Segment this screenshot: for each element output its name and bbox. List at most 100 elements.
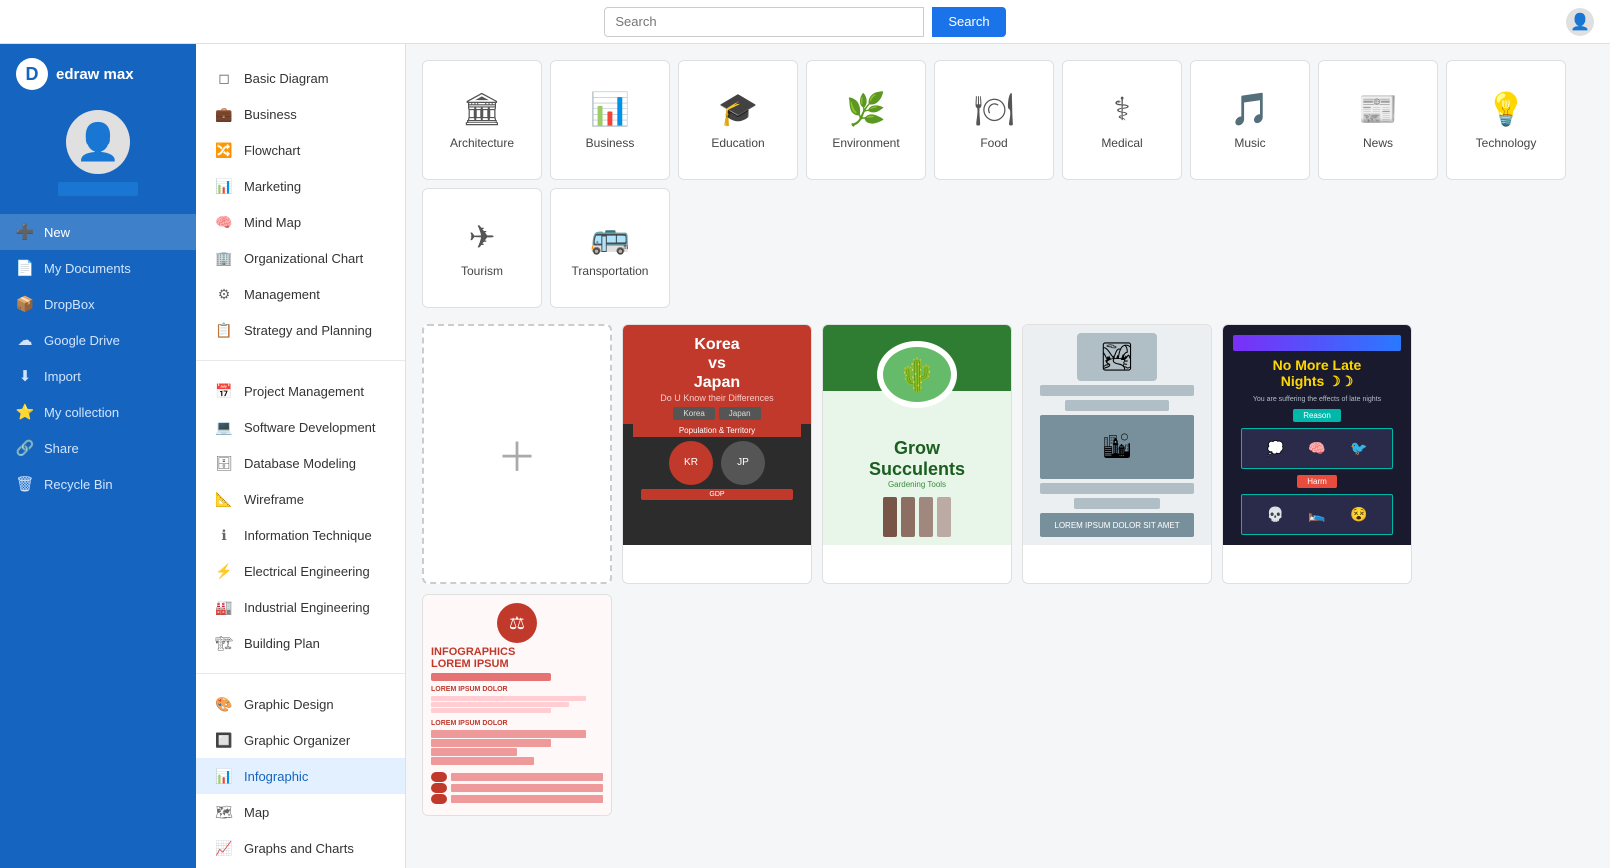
nav-item-wireframe[interactable]: 📐 Wireframe [196, 481, 405, 517]
nav-item-electrical-label: Electrical Engineering [244, 564, 370, 579]
dropbox-icon: 📦 [16, 295, 34, 313]
music-label: Music [1234, 136, 1265, 150]
nav-item-flowchart[interactable]: 🔀 Flowchart [196, 132, 405, 168]
sidebar-item-my-documents[interactable]: 📄 My Documents [0, 250, 196, 286]
user-avatar-icon[interactable]: 👤 [1566, 8, 1594, 36]
sidebar-item-google-drive[interactable]: ☁ Google Drive [0, 322, 196, 358]
template-preview-blue-info: 🏞 🏙 LOREM IPSUM DOLOR SIT AMET [1023, 325, 1211, 545]
sidebar-item-share-label: Share [44, 441, 79, 456]
nav-item-electrical[interactable]: ⚡ Electrical Engineering [196, 553, 405, 589]
category-tourism[interactable]: ✈ Tourism [422, 188, 542, 308]
nav-item-database[interactable]: 🗄 Database Modeling [196, 445, 405, 481]
category-environment[interactable]: 🌿 Environment [806, 60, 926, 180]
category-business[interactable]: 📊 Business [550, 60, 670, 180]
category-transportation[interactable]: 🚌 Transportation [550, 188, 670, 308]
nav-item-graphic-design[interactable]: 🎨 Graphic Design [196, 686, 405, 722]
tourism-label: Tourism [461, 264, 503, 278]
template-preview-red-info: ⚖ INFOGRAPHICSLOREM IPSUM LOREM IPSUM DO… [423, 595, 611, 815]
sidebar-item-google-drive-label: Google Drive [44, 333, 120, 348]
environment-label: Environment [832, 136, 899, 150]
nav-item-software-dev-label: Software Development [244, 420, 376, 435]
architecture-icon: 🏛 [462, 90, 503, 128]
search-input[interactable] [604, 7, 924, 37]
avatar: 👤 [66, 110, 130, 174]
search-button[interactable]: Search [932, 7, 1005, 37]
recycle-bin-icon: 🗑 [16, 475, 34, 493]
template-card-blue-info[interactable]: 🏞 🏙 LOREM IPSUM DOLOR SIT AMET [1022, 324, 1212, 584]
category-architecture[interactable]: 🏛 Architecture [422, 60, 542, 180]
nav-item-infographic-label: Infographic [244, 769, 308, 784]
nav-item-management[interactable]: ⚙ Management [196, 276, 405, 312]
nav-item-marketing[interactable]: 📊 Marketing [196, 168, 405, 204]
education-label: Education [711, 136, 764, 150]
building-plan-icon: 🏗 [214, 633, 234, 653]
sidebar-item-dropbox[interactable]: 📦 DropBox [0, 286, 196, 322]
content-area: 🏛 Architecture 📊 Business 🎓 Education 🌿 … [406, 44, 1610, 868]
sidebar-item-import[interactable]: ⬇ Import [0, 358, 196, 394]
medical-icon: ⚕ [1113, 90, 1130, 128]
template-card-grow-succulents[interactable]: 🌵 GrowSucculents Gardening Tools [822, 324, 1012, 584]
category-music[interactable]: 🎵 Music [1190, 60, 1310, 180]
sidebar-nav: ➕ New 📄 My Documents 📦 DropBox ☁ Google … [0, 210, 196, 506]
nav-divider-1 [196, 360, 405, 361]
my-collection-icon: ⭐ [16, 403, 34, 421]
nav-item-business[interactable]: 💼 Business [196, 96, 405, 132]
sidebar-item-recycle-bin-label: Recycle Bin [44, 477, 113, 492]
medical-label: Medical [1101, 136, 1142, 150]
food-icon: 🍽 [974, 90, 1015, 128]
nav-item-graphic-organizer[interactable]: 🔲 Graphic Organizer [196, 722, 405, 758]
template-preview-grow-succulents: 🌵 GrowSucculents Gardening Tools [823, 325, 1011, 545]
app-name: edraw max [56, 66, 134, 83]
transportation-icon: 🚌 [590, 218, 630, 256]
nav-item-building-plan-label: Building Plan [244, 636, 320, 651]
sidebar-item-import-label: Import [44, 369, 81, 384]
management-icon: ⚙ [214, 284, 234, 304]
category-food[interactable]: 🍽 Food [934, 60, 1054, 180]
nav-item-software-dev[interactable]: 💻 Software Development [196, 409, 405, 445]
category-technology[interactable]: 💡 Technology [1446, 60, 1566, 180]
add-template-icon: ＋ [497, 425, 537, 483]
nav-divider-2 [196, 673, 405, 674]
template-card-new[interactable]: ＋ [422, 324, 612, 584]
nav-item-industrial[interactable]: 🏭 Industrial Engineering [196, 589, 405, 625]
nav-item-building-plan[interactable]: 🏗 Building Plan [196, 625, 405, 661]
nav-item-strategy[interactable]: 📋 Strategy and Planning [196, 312, 405, 348]
user-name-bar [58, 182, 138, 196]
nav-item-mind-map[interactable]: 🧠 Mind Map [196, 204, 405, 240]
nav-item-map[interactable]: 🗺 Map [196, 794, 405, 830]
sidebar-item-new[interactable]: ➕ New [0, 214, 196, 250]
tourism-icon: ✈ [469, 218, 496, 256]
nav-item-infographic[interactable]: 📊 Infographic [196, 758, 405, 794]
info-technique-icon: ℹ [214, 525, 234, 545]
nav-panel: ◻ Basic Diagram 💼 Business 🔀 Flowchart 📊… [196, 44, 406, 868]
sidebar-item-recycle-bin[interactable]: 🗑 Recycle Bin [0, 466, 196, 502]
sidebar-item-my-collection-label: My collection [44, 405, 119, 420]
category-education[interactable]: 🎓 Education [678, 60, 798, 180]
category-news[interactable]: 📰 News [1318, 60, 1438, 180]
template-img-red-info: ⚖ INFOGRAPHICSLOREM IPSUM LOREM IPSUM DO… [423, 595, 611, 815]
category-medical[interactable]: ⚕ Medical [1062, 60, 1182, 180]
nav-item-graphs-charts[interactable]: 📈 Graphs and Charts [196, 830, 405, 866]
graphic-design-icon: 🎨 [214, 694, 234, 714]
nav-item-mind-map-label: Mind Map [244, 215, 301, 230]
template-card-korea-japan[interactable]: KoreavsJapan Do U Know their Differences… [622, 324, 812, 584]
nav-item-org-chart[interactable]: 🏢 Organizational Chart [196, 240, 405, 276]
architecture-label: Architecture [450, 136, 514, 150]
import-icon: ⬇ [16, 367, 34, 385]
nav-item-project-mgmt[interactable]: 📅 Project Management [196, 373, 405, 409]
electrical-icon: ⚡ [214, 561, 234, 581]
main-layout: D edraw max 👤 ➕ New 📄 My Documents 📦 Dro… [0, 44, 1610, 868]
nav-section-1: ◻ Basic Diagram 💼 Business 🔀 Flowchart 📊… [196, 56, 405, 352]
template-card-red-info[interactable]: ⚖ INFOGRAPHICSLOREM IPSUM LOREM IPSUM DO… [422, 594, 612, 816]
nav-item-map-label: Map [244, 805, 269, 820]
basic-diagram-icon: ◻ [214, 68, 234, 88]
education-icon: 🎓 [718, 90, 758, 128]
nav-item-info-technique[interactable]: ℹ Information Technique [196, 517, 405, 553]
sidebar-item-share[interactable]: 🔗 Share [0, 430, 196, 466]
nav-item-business-label: Business [244, 107, 297, 122]
sidebar-item-my-collection[interactable]: ⭐ My collection [0, 394, 196, 430]
business-cat-label: Business [586, 136, 635, 150]
template-card-late-nights[interactable]: No More LateNights ☽☽ You are suffering … [1222, 324, 1412, 584]
flowchart-icon: 🔀 [214, 140, 234, 160]
nav-item-basic-diagram[interactable]: ◻ Basic Diagram [196, 60, 405, 96]
